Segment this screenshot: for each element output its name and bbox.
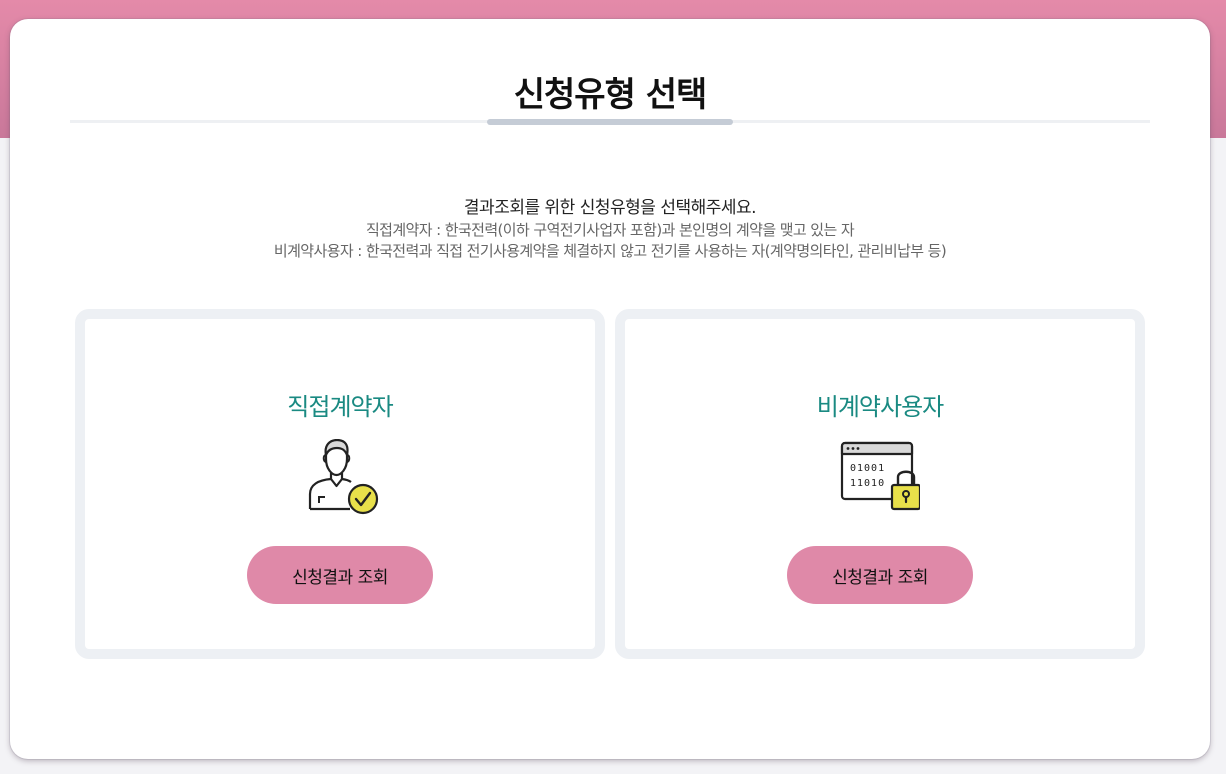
- card-direct-contractor: 직접계약자 신청결과 조회: [75, 309, 605, 659]
- card-title: 비계약사용자: [816, 393, 944, 421]
- card-noncontract-user: 비계약사용자 01001 11010 신청결과 조회: [615, 309, 1145, 659]
- page-title: 신청유형 선택: [513, 75, 708, 115]
- title-accent-bar: [487, 119, 733, 125]
- user-check-icon: [308, 439, 379, 515]
- intro-direct-desc: 직접계약자 : 한국전력(이하 구역전기사업자 포함)과 본인명의 계약을 맺고…: [365, 221, 855, 239]
- card-title: 직접계약자: [287, 393, 393, 421]
- svg-text:01001: 01001: [850, 463, 885, 474]
- secure-data-lock-icon: 01001 11010: [840, 441, 920, 511]
- svg-text:11010: 11010: [850, 478, 885, 489]
- intro-noncontract-desc: 비계약사용자 : 한국전력과 직접 전기사용계약을 체결하지 않고 전기를 사용…: [273, 242, 947, 260]
- intro-text: 결과조회를 위한 신청유형을 선택해주세요. 직접계약자 : 한국전력(이하 구…: [10, 196, 1210, 262]
- selection-modal: 신청유형 선택 결과조회를 위한 신청유형을 선택해주세요. 직접계약자 : 한…: [10, 19, 1210, 759]
- check-result-button-direct[interactable]: 신청결과 조회: [247, 546, 433, 604]
- check-result-button-noncontract[interactable]: 신청결과 조회: [787, 546, 973, 604]
- intro-main: 결과조회를 위한 신청유형을 선택해주세요.: [463, 198, 757, 218]
